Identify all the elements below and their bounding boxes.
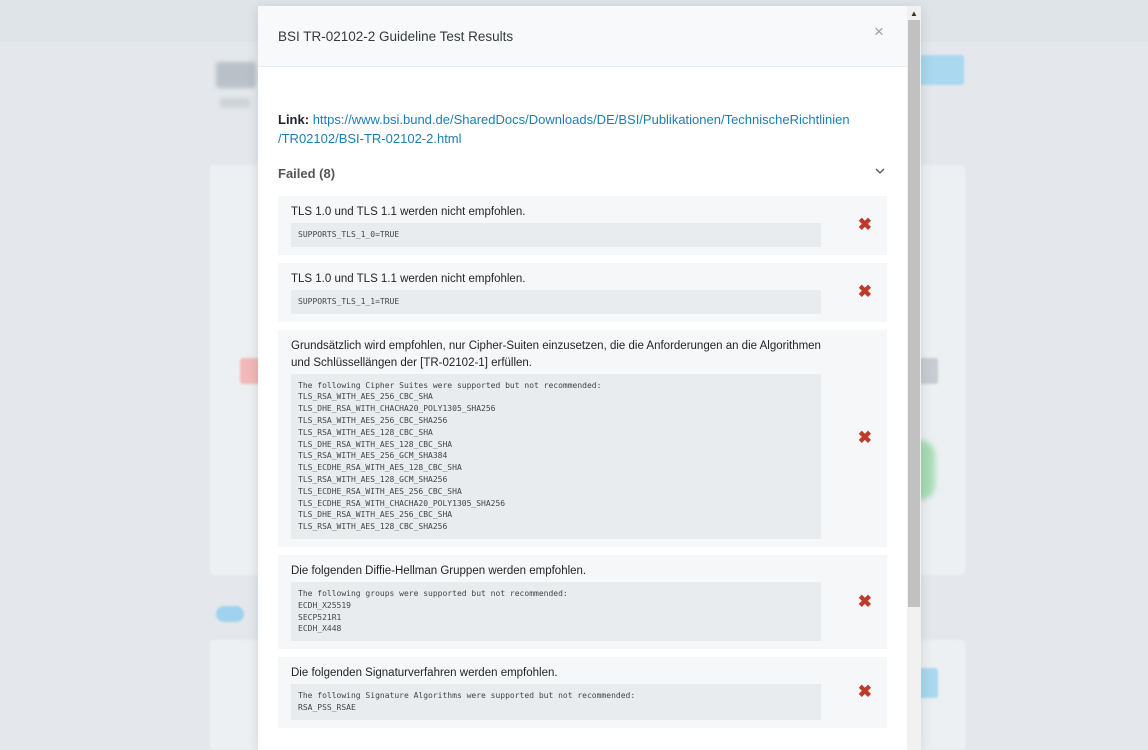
guideline-link-text-1: https://www.bsi.bund.de/SharedDocs/Downl… — [312, 112, 850, 127]
result-code: The following groups were supported but … — [291, 581, 821, 642]
background-grey-badge — [918, 358, 938, 384]
close-button[interactable]: × — [874, 22, 884, 42]
result-code: SUPPORTS_TLS_1_1=TRUE — [291, 289, 821, 314]
modal-body: Link: https://www.bsi.bund.de/SharedDocs… — [278, 110, 887, 728]
scroll-up-icon[interactable]: ▲ — [910, 9, 918, 18]
result-row: TLS 1.0 und TLS 1.1 werden nicht empfohl… — [278, 262, 887, 322]
result-description: Die folgenden Signaturverfahren werden e… — [291, 667, 558, 680]
result-row: TLS 1.0 und TLS 1.1 werden nicht empfohl… — [278, 196, 887, 255]
result-code: The following Cipher Suites were support… — [291, 373, 821, 539]
result-row: Grundsätzlich wird empfohlen, nur Cipher… — [278, 329, 887, 547]
background-toggle — [216, 606, 244, 622]
result-code: SUPPORTS_TLS_1_0=TRUE — [291, 223, 821, 247]
modal-header: BSI TR-02102-2 Guideline Test Results × — [258, 6, 907, 67]
failed-section-header[interactable]: Failed (8) — [278, 166, 887, 188]
result-row: Die folgenden Signaturverfahren werden e… — [278, 657, 887, 728]
chevron-down-icon[interactable] — [875, 166, 885, 178]
fail-icon: ✖ — [857, 282, 872, 302]
fail-icon: ✖ — [857, 592, 872, 612]
fail-icon: ✖ — [857, 682, 872, 702]
modal-title: BSI TR-02102-2 Guideline Test Results — [278, 29, 514, 44]
background-title — [216, 62, 256, 88]
result-description: TLS 1.0 und TLS 1.1 werden nicht empfohl… — [291, 272, 526, 285]
guideline-link-text-2: /TR02102/BSI-TR-02102-2.html — [278, 131, 462, 146]
result-description: Die folgenden Diffie-Hellman Gruppen wer… — [291, 564, 587, 577]
failed-section-label: Failed (8) — [278, 166, 336, 181]
guideline-link-line: Link: https://www.bsi.bund.de/SharedDocs… — [278, 110, 887, 148]
scrollbar-thumb[interactable] — [908, 20, 920, 607]
test-results-modal: BSI TR-02102-2 Guideline Test Results × … — [258, 6, 921, 750]
guideline-link[interactable]: https://www.bsi.bund.de/SharedDocs/Downl… — [278, 112, 850, 146]
result-description: Grundsätzlich wird empfohlen, nur Cipher… — [291, 339, 821, 369]
result-description: TLS 1.0 und TLS 1.1 werden nicht empfohl… — [291, 206, 526, 218]
fail-icon: ✖ — [857, 215, 872, 235]
link-label: Link: — [278, 112, 310, 127]
fail-icon: ✖ — [857, 428, 872, 448]
result-code: The following Signature Algorithms were … — [291, 684, 821, 720]
result-row: Die folgenden Diffie-Hellman Gruppen wer… — [278, 554, 887, 650]
background-subtitle — [220, 98, 250, 108]
